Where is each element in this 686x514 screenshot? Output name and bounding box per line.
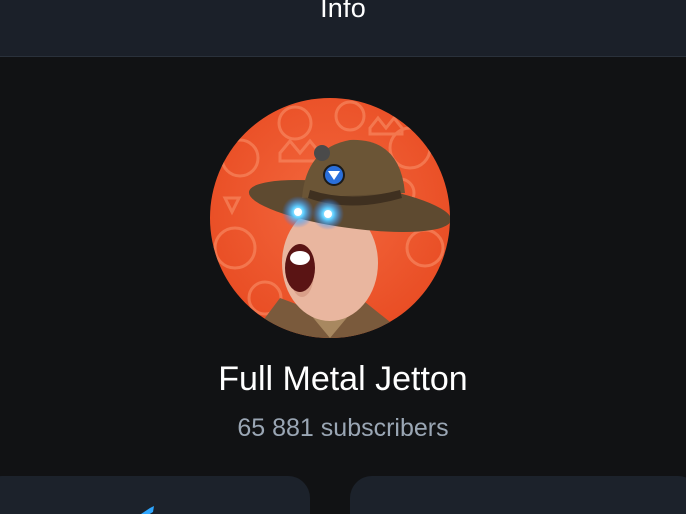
send-icon [141,506,154,514]
subscriber-count: 65 881 subscribers [237,414,449,442]
action-card-secondary[interactable] [350,476,686,514]
channel-name: Full Metal Jetton [218,360,468,398]
page-title: Info [320,0,366,23]
action-card-share[interactable] [0,476,310,514]
channel-avatar[interactable] [210,98,450,338]
channel-info-page: Info Full Metal Jetton 65 881 subscriber… [0,0,686,514]
drill-sergeant-avatar-icon [210,98,450,338]
top-bar: Info [0,0,686,57]
